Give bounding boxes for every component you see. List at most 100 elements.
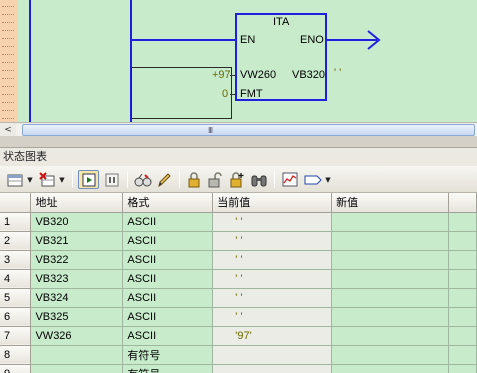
address-cell[interactable] bbox=[30, 364, 124, 373]
current-value-cell bbox=[212, 345, 333, 365]
in-pin-label: VW260 bbox=[240, 69, 277, 81]
format-cell[interactable]: ASCII bbox=[122, 212, 214, 232]
row-number: 9 bbox=[0, 364, 32, 373]
table-row[interactable]: 6 VB325 ASCII ' ' bbox=[0, 307, 477, 327]
write-all-button[interactable] bbox=[154, 170, 174, 189]
en-wire bbox=[130, 39, 236, 41]
scroll-thumb[interactable]: III bbox=[22, 124, 475, 136]
address-cell[interactable]: VB325 bbox=[30, 307, 124, 327]
panel-title: 状态图表 bbox=[3, 150, 47, 163]
read-forced-button[interactable] bbox=[249, 170, 269, 189]
extra-cell bbox=[448, 269, 477, 289]
tag-dropdown-icon[interactable]: ▼ bbox=[324, 170, 332, 189]
current-value-cell: ' ' bbox=[212, 231, 333, 251]
address-cell[interactable]: VB322 bbox=[30, 250, 124, 270]
address-cell[interactable]: VW326 bbox=[30, 326, 124, 346]
extra-cell bbox=[448, 231, 477, 251]
table-row[interactable]: 1 VB320 ASCII ' ' bbox=[0, 212, 477, 232]
out-pin-value: ' ' bbox=[334, 67, 342, 79]
format-cell[interactable]: ASCII bbox=[122, 326, 214, 346]
insert-row-button[interactable] bbox=[4, 170, 26, 189]
current-value-cell bbox=[212, 364, 333, 373]
corner-header bbox=[0, 193, 32, 213]
table-header-row: 地址 格式 当前值 新值 bbox=[0, 193, 477, 213]
current-value-cell: ' ' bbox=[212, 269, 333, 289]
table-row[interactable]: 5 VB324 ASCII ' ' bbox=[0, 288, 477, 308]
pause-icon bbox=[105, 173, 118, 186]
table-row[interactable]: 7 VW326 ASCII '97' bbox=[0, 326, 477, 346]
new-value-cell[interactable] bbox=[331, 231, 449, 251]
format-cell[interactable]: ASCII bbox=[122, 288, 214, 308]
toolbar-separator bbox=[179, 171, 180, 188]
table-row[interactable]: 9 有符号 bbox=[0, 364, 477, 373]
table-row[interactable]: 3 VB322 ASCII ' ' bbox=[0, 250, 477, 270]
delete-dropdown-icon[interactable]: ▼ bbox=[58, 170, 66, 189]
read-all-button[interactable] bbox=[132, 170, 154, 189]
row-number: 3 bbox=[0, 250, 32, 270]
format-cell[interactable]: 有符号 bbox=[122, 345, 214, 365]
new-value-cell[interactable] bbox=[331, 250, 449, 270]
format-cell[interactable]: ASCII bbox=[122, 231, 214, 251]
pause-button[interactable] bbox=[101, 170, 122, 189]
column-header-new-value[interactable]: 新值 bbox=[331, 193, 449, 213]
trend-view-button[interactable] bbox=[279, 170, 300, 189]
chart-status-button[interactable] bbox=[78, 170, 99, 189]
format-cell[interactable]: ASCII bbox=[122, 250, 214, 270]
new-value-cell[interactable] bbox=[331, 269, 449, 289]
in-pin-stub bbox=[230, 75, 236, 76]
address-cell[interactable]: VB323 bbox=[30, 269, 124, 289]
format-cell[interactable]: ASCII bbox=[122, 269, 214, 289]
column-header-current-value[interactable]: 当前值 bbox=[212, 193, 333, 213]
current-value-cell: ' ' bbox=[212, 288, 333, 308]
toolbar-separator bbox=[72, 171, 73, 188]
ladder-editor[interactable]: ITA EN ENO VW260 FMT VB320 ' ' +97 0 bbox=[0, 0, 477, 122]
new-value-cell[interactable] bbox=[331, 212, 449, 232]
lock-plus-icon bbox=[230, 171, 244, 187]
column-header-extra bbox=[448, 193, 477, 213]
new-value-cell[interactable] bbox=[331, 364, 449, 373]
unlock-icon bbox=[208, 171, 222, 187]
row-number: 1 bbox=[0, 212, 32, 232]
tag-button[interactable] bbox=[302, 170, 324, 189]
horizontal-scrollbar[interactable]: < III bbox=[0, 122, 477, 136]
address-cell[interactable]: VB321 bbox=[30, 231, 124, 251]
current-value-text: ' ' bbox=[235, 291, 243, 304]
table-row[interactable]: 2 VB321 ASCII ' ' bbox=[0, 231, 477, 251]
format-cell[interactable]: ASCII bbox=[122, 307, 214, 327]
new-value-cell[interactable] bbox=[331, 307, 449, 327]
splitter[interactable] bbox=[0, 137, 477, 147]
address-cell[interactable]: VB324 bbox=[30, 288, 124, 308]
out-pin-label: VB320 bbox=[292, 69, 326, 81]
glasses-icon bbox=[134, 173, 152, 186]
address-cell[interactable]: VB320 bbox=[30, 212, 124, 232]
delete-row-button[interactable] bbox=[36, 170, 58, 189]
app-window: ITA EN ENO VW260 FMT VB320 ' ' +97 0 < I… bbox=[0, 0, 477, 373]
current-value-cell: ' ' bbox=[212, 307, 333, 327]
new-value-cell[interactable] bbox=[331, 326, 449, 346]
column-header-address[interactable]: 地址 bbox=[30, 193, 124, 213]
insert-dropdown-icon[interactable]: ▼ bbox=[26, 170, 34, 189]
unforce-all-button[interactable] bbox=[227, 170, 247, 189]
force-button[interactable] bbox=[184, 170, 204, 189]
trend-chart-icon bbox=[282, 172, 297, 187]
table-row[interactable]: 8 有符号 bbox=[0, 345, 477, 365]
scroll-grip: III bbox=[208, 126, 213, 135]
new-value-cell[interactable] bbox=[331, 345, 449, 365]
address-cell[interactable] bbox=[30, 345, 124, 365]
new-value-cell[interactable] bbox=[331, 288, 449, 308]
toolbar-separator bbox=[127, 171, 128, 188]
scroll-left-button[interactable]: < bbox=[1, 124, 15, 136]
power-rail-left bbox=[29, 0, 31, 122]
row-number: 2 bbox=[0, 231, 32, 251]
table-row[interactable]: 4 VB323 ASCII ' ' bbox=[0, 269, 477, 289]
column-header-format[interactable]: 格式 bbox=[122, 193, 214, 213]
row-number: 8 bbox=[0, 345, 32, 365]
format-cell[interactable]: 有符号 bbox=[122, 364, 214, 373]
fmt-pin-label: FMT bbox=[240, 88, 263, 100]
fmt-pin-stub bbox=[230, 94, 236, 95]
table-insert-icon bbox=[7, 174, 23, 186]
row-number: 5 bbox=[0, 288, 32, 308]
row-number: 7 bbox=[0, 326, 32, 346]
lock-icon bbox=[188, 171, 200, 187]
unforce-button[interactable] bbox=[205, 170, 225, 189]
